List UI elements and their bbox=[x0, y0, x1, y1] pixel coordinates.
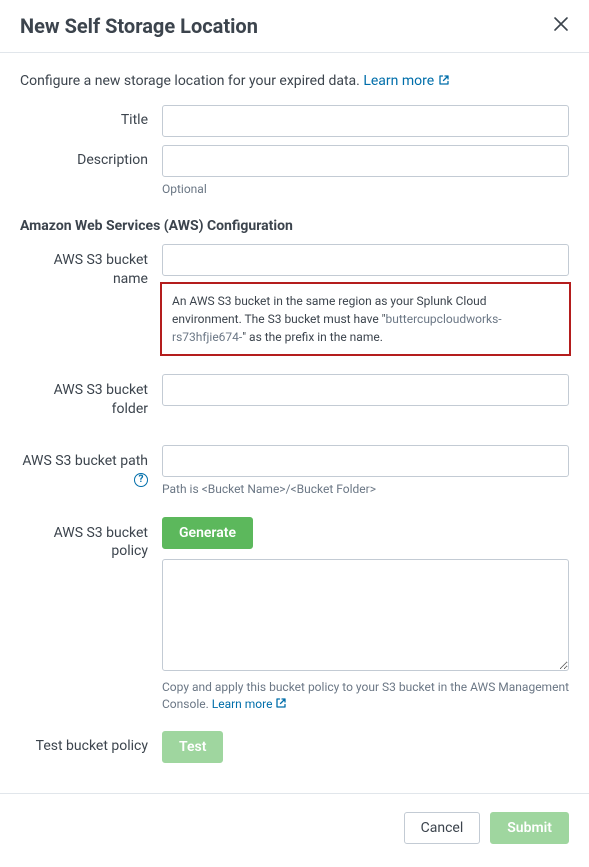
intro-text: Configure a new storage location for you… bbox=[20, 73, 569, 89]
bucket-policy-textarea[interactable] bbox=[162, 559, 569, 671]
dialog-body: Configure a new storage location for you… bbox=[0, 53, 589, 793]
close-icon bbox=[553, 15, 569, 37]
submit-button[interactable]: Submit bbox=[490, 812, 569, 844]
dialog-header: New Self Storage Location bbox=[0, 0, 589, 52]
title-label: Title bbox=[20, 105, 162, 128]
aws-section-title: Amazon Web Services (AWS) Configuration bbox=[20, 218, 569, 234]
row-bucket-name: AWS S3 bucket name An AWS S3 bucket in t… bbox=[20, 244, 569, 356]
learn-more-label: Learn more bbox=[363, 73, 434, 89]
test-policy-label: Test bucket policy bbox=[20, 731, 162, 754]
bucket-name-callout: An AWS S3 bucket in the same region as y… bbox=[160, 282, 571, 356]
policy-learn-more-label: Learn more bbox=[212, 697, 273, 711]
intro-copy: Configure a new storage location for you… bbox=[20, 73, 363, 89]
title-input[interactable] bbox=[162, 105, 569, 137]
bucket-policy-label: AWS S3 bucket policy bbox=[20, 517, 162, 562]
description-label: Description bbox=[20, 145, 162, 168]
cancel-button[interactable]: Cancel bbox=[404, 812, 481, 844]
bucket-name-input[interactable] bbox=[162, 244, 569, 276]
row-title: Title bbox=[20, 105, 569, 137]
bucket-folder-label: AWS S3 bucket folder bbox=[20, 374, 162, 419]
external-link-icon bbox=[275, 697, 287, 711]
callout-text-b: " as the prefix in the name. bbox=[242, 330, 383, 344]
external-link-icon bbox=[438, 73, 450, 89]
learn-more-link[interactable]: Learn more bbox=[363, 73, 449, 89]
bucket-path-label: AWS S3 bucket path ? bbox=[20, 445, 162, 490]
description-input[interactable] bbox=[162, 145, 569, 177]
row-bucket-path: AWS S3 bucket path ? Path is <Bucket Nam… bbox=[20, 445, 569, 498]
bucket-path-hint: Path is <Bucket Name>/<Bucket Folder> bbox=[162, 481, 569, 498]
bucket-folder-input[interactable] bbox=[162, 374, 569, 406]
help-icon[interactable]: ? bbox=[134, 473, 148, 487]
dialog-footer: Cancel Submit bbox=[0, 794, 589, 862]
bucket-path-input bbox=[162, 445, 569, 477]
row-description: Description Optional bbox=[20, 145, 569, 198]
close-button[interactable] bbox=[553, 16, 569, 36]
row-bucket-policy: AWS S3 bucket policy Generate Copy and a… bbox=[20, 517, 569, 714]
bucket-name-label: AWS S3 bucket name bbox=[20, 244, 162, 289]
row-bucket-folder: AWS S3 bucket folder bbox=[20, 374, 569, 419]
generate-button[interactable]: Generate bbox=[162, 517, 253, 549]
row-test-policy: Test bucket policy Test bbox=[20, 731, 569, 763]
new-self-storage-dialog: New Self Storage Location Configure a ne… bbox=[0, 0, 589, 862]
policy-learn-more-link[interactable]: Learn more bbox=[212, 697, 288, 711]
bucket-path-label-text: AWS S3 bucket path bbox=[22, 453, 148, 469]
bucket-policy-hint: Copy and apply this bucket policy to you… bbox=[162, 679, 569, 714]
description-hint: Optional bbox=[162, 181, 569, 198]
test-button[interactable]: Test bbox=[162, 731, 223, 763]
dialog-title: New Self Storage Location bbox=[20, 14, 258, 38]
